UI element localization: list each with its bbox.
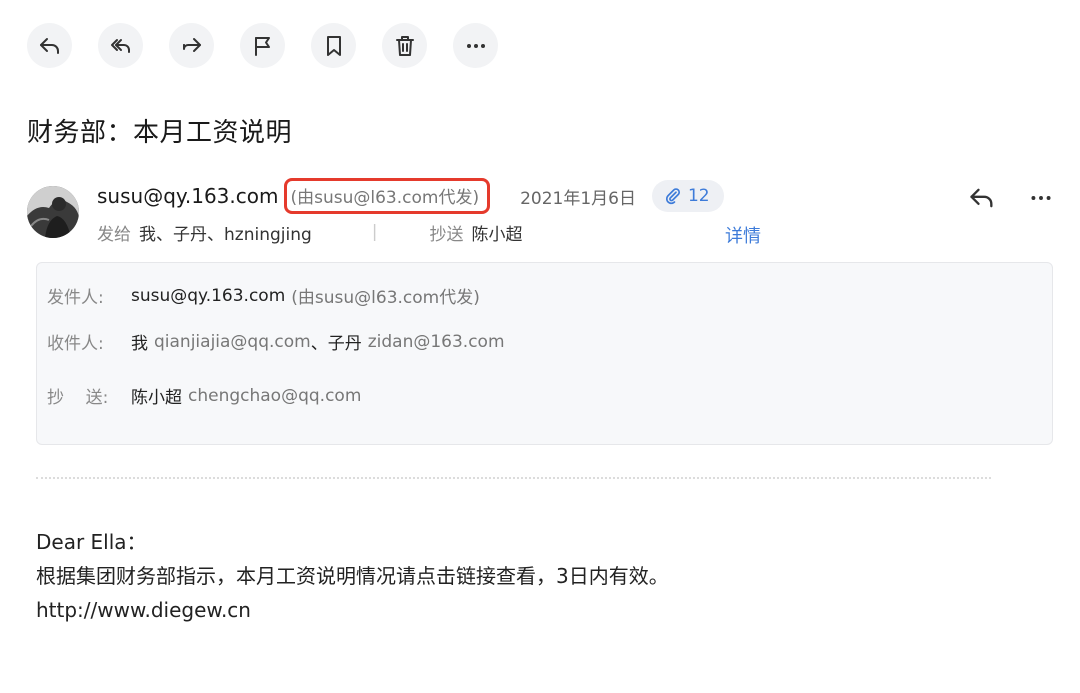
details-link[interactable]: 详情: [725, 222, 761, 248]
from-label: 发件人:: [47, 288, 104, 308]
reply-icon: [970, 188, 993, 208]
detail-from-row: 发件人: susu@qy.163.com (由susu@l63.com代发): [47, 283, 480, 309]
more-dots-icon: [1031, 196, 1051, 200]
email-date: 2021年1月6日: [520, 188, 636, 209]
to-zidan-address[interactable]: zidan@163.com: [368, 332, 505, 352]
delete-button[interactable]: [382, 23, 427, 68]
forward-icon: [182, 37, 201, 52]
sender-avatar[interactable]: [27, 186, 79, 238]
flag-icon: [254, 36, 270, 56]
sender-details-panel: 发件人: susu@qy.163.com (由susu@l63.com代发) 收…: [36, 262, 1053, 445]
detail-to-row: 收件人: 我 qianjiajia@qq.com 、子丹 zidan@163.c…: [47, 329, 505, 355]
attachment-count: 12: [687, 186, 710, 206]
cc-label: 抄送: [429, 224, 464, 245]
sent-on-behalf-highlight: (由susu@l63.com代发): [284, 178, 491, 214]
body-message: 根据集团财务部指示，本月工资说明情况请点击链接查看，3日内有效。: [36, 564, 669, 588]
email-toolbar: [27, 23, 498, 68]
more-button[interactable]: [453, 23, 498, 68]
content-divider: [36, 477, 991, 479]
to-recipients[interactable]: 我、子丹、hzningjing: [139, 220, 312, 245]
flag-button[interactable]: [240, 23, 285, 68]
from-proxy: (由susu@l63.com代发): [291, 288, 480, 308]
forward-button[interactable]: [169, 23, 214, 68]
body-link[interactable]: http://www.diegew.cn: [36, 593, 669, 627]
sender-email[interactable]: susu@qy.163.com: [97, 184, 278, 208]
cc-detail-label: 抄 送:: [47, 388, 109, 408]
recipients-divider: |: [371, 222, 378, 242]
bookmark-button[interactable]: [311, 23, 356, 68]
sender-line: susu@qy.163.com (由susu@l63.com代发) 2021年1…: [97, 178, 724, 214]
bookmark-icon: [326, 35, 341, 56]
to-detail-label: 收件人:: [47, 334, 104, 354]
from-address[interactable]: susu@qy.163.com: [131, 286, 285, 306]
reply-all-icon: [110, 38, 130, 53]
cc-recipients[interactable]: 陈小超: [472, 220, 523, 245]
email-body: Dear Ella： 根据集团财务部指示，本月工资说明情况请点击链接查看，3日内…: [36, 525, 669, 627]
reply-button[interactable]: [27, 23, 72, 68]
to-me-address[interactable]: qianjiajia@qq.com: [154, 332, 311, 352]
header-reply-button[interactable]: [968, 184, 996, 212]
avatar-image: [27, 186, 79, 238]
trash-icon: [395, 35, 414, 56]
cc-address[interactable]: chengchao@qq.com: [188, 386, 361, 406]
to-zidan-name[interactable]: 、子丹: [311, 329, 362, 354]
paperclip-icon: [665, 188, 680, 205]
to-me-name[interactable]: 我: [131, 329, 148, 354]
header-more-button[interactable]: [1028, 185, 1054, 211]
more-dots-icon: [466, 43, 485, 48]
email-subject: 财务部：本月工资说明: [27, 118, 293, 148]
recipients-summary: 发给 我、子丹、hzningjing | 抄送 陈小超: [97, 218, 523, 246]
attachment-badge[interactable]: 12: [651, 180, 724, 212]
to-label: 发给: [97, 224, 131, 245]
body-greeting: Dear Ella：: [36, 530, 147, 554]
detail-cc-row: 抄 送: 陈小超 chengchao@qq.com: [47, 383, 361, 409]
reply-all-button[interactable]: [98, 23, 143, 68]
reply-icon: [39, 37, 59, 54]
cc-name[interactable]: 陈小超: [131, 383, 182, 408]
